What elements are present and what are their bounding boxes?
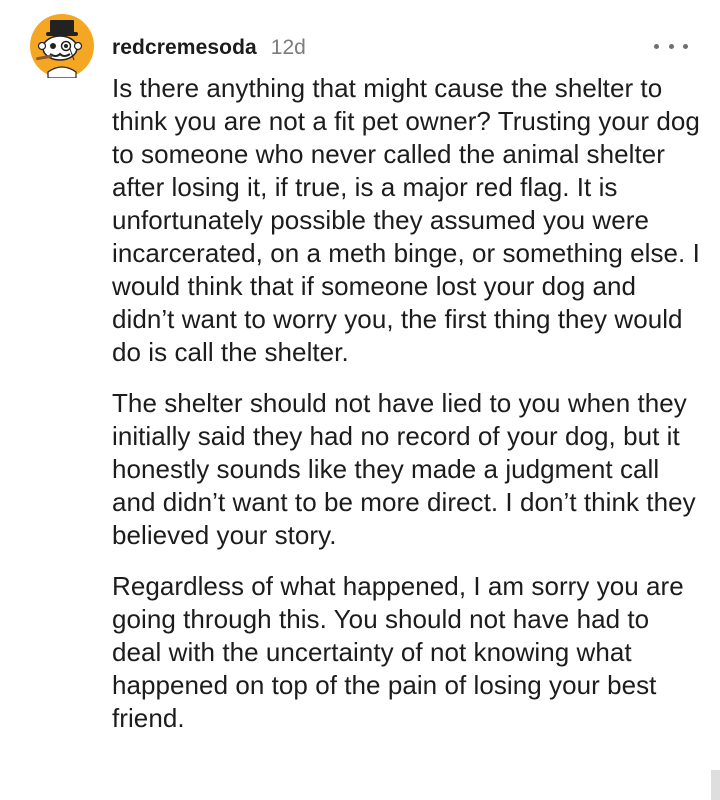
more-dot <box>683 43 688 49</box>
more-dot <box>654 43 659 49</box>
comment-paragraph: Regardless of what happened, I am sorry … <box>112 571 684 733</box>
scrollbar-thumb[interactable] <box>711 770 720 800</box>
comment-body: Is there anything that might cause the s… <box>112 72 702 753</box>
more-dot <box>668 43 674 49</box>
comment-header: redcremesoda 12d <box>112 34 306 62</box>
author-username[interactable]: redcremesoda <box>112 36 257 60</box>
snoo-avatar-icon[interactable] <box>30 14 94 79</box>
more-options-icon[interactable] <box>654 36 688 56</box>
comment-paragraph: The shelter should not have lied to you … <box>112 388 696 550</box>
comment-age: 12d <box>270 36 306 59</box>
comment-paragraph: Is there anything that might cause the s… <box>112 73 700 367</box>
comment: redcremesoda 12d Is there anything that … <box>0 0 720 800</box>
